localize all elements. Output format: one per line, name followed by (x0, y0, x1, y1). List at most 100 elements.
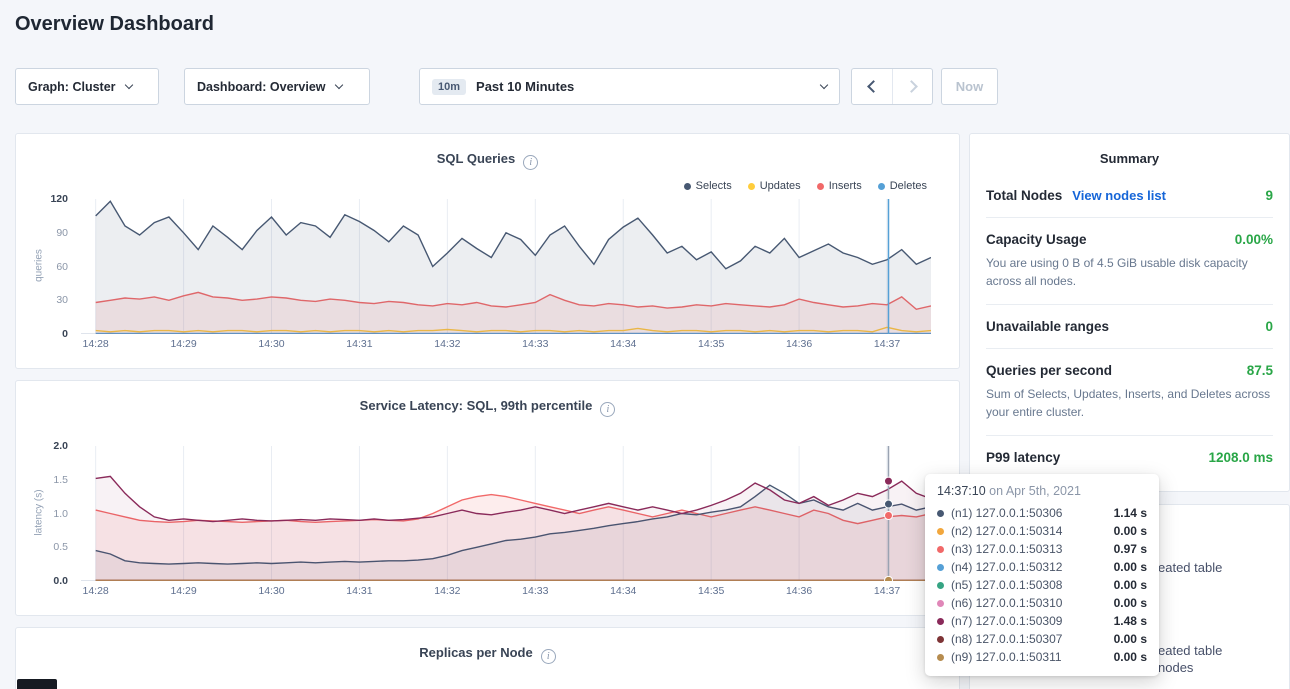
summary-panel: Summary Total NodesView nodes list9Capac… (969, 133, 1290, 492)
summary-value: 87.5 (1247, 363, 1273, 378)
x-axis-tick-label: 14:31 (346, 338, 372, 350)
service-latency-plot (81, 446, 931, 581)
x-axis-tick-label: 14:29 (170, 338, 196, 350)
summary-row-head: Total Nodes View nodes list 9 (986, 188, 1273, 203)
node-color-dot-icon (937, 654, 944, 661)
dashboard-selector-label: Dashboard: Overview (197, 80, 326, 94)
tooltip-rows: (n1) 127.0.0.1:50306 1.14 s (n2) 127.0.0.1… (937, 504, 1147, 666)
chart-hover-tooltip: 14:37:10 on Apr 5th, 2021 (n1) 127.0.0.1… (925, 474, 1159, 676)
x-axis-tick-label: 14:30 (258, 585, 284, 597)
tooltip-node-address: (n1) 127.0.0.1:50306 (951, 506, 1062, 520)
legend-item-deletes[interactable]: Deletes (878, 180, 927, 192)
time-window-badge: 10m (432, 79, 466, 95)
graph-selector-label: Graph: Cluster (28, 80, 116, 94)
x-axis-tick-label: 14:35 (698, 338, 724, 350)
replicas-chart-card: Replicas per Node (15, 627, 960, 689)
x-axis-tick-label: 14:35 (698, 585, 724, 597)
page-title: Overview Dashboard (15, 13, 214, 36)
tooltip-node-value: 1.14 s (1114, 506, 1147, 520)
summary-value: 1208.0 ms (1208, 450, 1273, 465)
x-axis-tick-label: 14:32 (434, 585, 460, 597)
node-color-dot-icon (937, 600, 944, 607)
sql-chart-canvas[interactable] (81, 199, 931, 334)
y-axis-tick-label: 120 (50, 193, 68, 205)
legend-label: Updates (760, 180, 801, 192)
legend-item-selects[interactable]: Selects (684, 180, 732, 192)
node-color-dot-icon (937, 636, 944, 643)
tooltip-row: (n7) 127.0.0.1:503091.48 s (937, 612, 1147, 630)
summary-value: 0 (1265, 319, 1273, 334)
tooltip-row: (n8) 127.0.0.1:503070.00 s (937, 630, 1147, 648)
summary-note: You are using 0 B of 4.5 GiB usable disk… (986, 254, 1273, 290)
tooltip-node-address: (n5) 127.0.0.1:50308 (951, 578, 1062, 592)
legend-dot-icon (684, 183, 691, 190)
clipped-dark-element (17, 679, 57, 689)
y-axis-labels: 0306090120 (38, 199, 74, 334)
y-axis-labels: 0.00.51.01.52.0 (38, 446, 74, 581)
x-axis-tick-label: 14:33 (522, 338, 548, 350)
info-icon[interactable] (541, 649, 556, 664)
tooltip-node-address: (n2) 127.0.0.1:50314 (951, 524, 1062, 538)
tooltip-row: (n2) 127.0.0.1:503140.00 s (937, 522, 1147, 540)
y-axis-tick-label: 90 (56, 227, 68, 239)
tooltip-row: (n5) 127.0.0.1:503080.00 s (937, 576, 1147, 594)
legend-dot-icon (817, 183, 824, 190)
now-button[interactable]: Now (941, 68, 998, 105)
summary-row-4: P99 latency1208.0 ms (986, 435, 1273, 479)
legend-item-inserts[interactable]: Inserts (817, 180, 862, 192)
chart-title-row: SQL Queries (16, 150, 959, 170)
chevron-down-icon (334, 81, 342, 89)
tooltip-node-value: 0.00 s (1114, 596, 1147, 610)
x-axis-tick-label: 14:36 (786, 338, 812, 350)
page: Overview Dashboard Graph: Cluster Dashbo… (0, 0, 1290, 689)
y-axis-tick-label: 1.5 (53, 474, 68, 486)
event-text-fragment: eated table (1158, 560, 1222, 575)
x-axis-tick-label: 14:37 (874, 585, 900, 597)
tooltip-date: on Apr 5th, 2021 (989, 484, 1081, 498)
x-axis-tick-label: 14:29 (170, 585, 196, 597)
chart-title-row: Service Latency: SQL, 99th percentile (16, 397, 959, 417)
node-color-dot-icon (937, 528, 944, 535)
prev-interval-button[interactable] (852, 69, 892, 104)
legend-label: Selects (696, 180, 732, 192)
tooltip-row: (n3) 127.0.0.1:503130.97 s (937, 540, 1147, 558)
tooltip-node-value: 0.00 s (1114, 560, 1147, 574)
node-color-dot-icon (937, 564, 944, 571)
service-latency-chart-card: Service Latency: SQL, 99th percentile la… (15, 380, 960, 616)
x-axis-tick-label: 14:34 (610, 338, 636, 350)
node-color-dot-icon (937, 618, 944, 625)
view-nodes-list-link[interactable]: View nodes list (1072, 188, 1166, 203)
y-axis-tick-label: 0.5 (53, 541, 68, 553)
x-axis-tick-label: 14:30 (258, 338, 284, 350)
x-axis-tick-label: 14:36 (786, 585, 812, 597)
legend-dot-icon (878, 183, 885, 190)
summary-row-head: Queries per second87.5 (986, 363, 1273, 378)
sql-queries-chart-card: SQL Queries Selects Updates Inserts Deletes… (15, 133, 960, 369)
tooltip-node-address: (n8) 127.0.0.1:50307 (951, 632, 1062, 646)
chart-legend: Selects Updates Inserts Deletes (684, 180, 927, 192)
summary-label: Total Nodes (986, 188, 1062, 203)
y-axis-tick-label: 1.0 (53, 508, 68, 520)
info-icon[interactable] (523, 155, 538, 170)
y-axis-tick-label: 30 (56, 294, 68, 306)
time-range-selector[interactable]: 10m Past 10 Minutes (419, 68, 840, 105)
legend-item-updates[interactable]: Updates (748, 180, 801, 192)
tooltip-row: (n4) 127.0.0.1:503120.00 s (937, 558, 1147, 576)
chart-title: Replicas per Node (419, 645, 532, 660)
event-text-fragment: nodes (1158, 660, 1193, 675)
tooltip-time: 14:37:10 (937, 484, 986, 498)
tooltip-node-address: (n9) 127.0.0.1:50311 (951, 650, 1062, 664)
x-axis-labels: 14:2814:2914:3014:3114:3214:3314:3414:35… (81, 338, 931, 352)
dashboard-selector[interactable]: Dashboard: Overview (184, 68, 370, 105)
tooltip-node-value: 1.48 s (1114, 614, 1147, 628)
x-axis-tick-label: 14:33 (522, 585, 548, 597)
tooltip-node-value: 0.00 s (1114, 650, 1147, 664)
summary-label: Unavailable ranges (986, 319, 1109, 334)
chart-title: Service Latency: SQL, 99th percentile (360, 398, 593, 413)
lat-chart-canvas[interactable] (81, 446, 931, 581)
next-interval-button[interactable] (892, 69, 932, 104)
summary-value: 9 (1265, 188, 1273, 203)
graph-selector[interactable]: Graph: Cluster (15, 68, 159, 105)
info-icon[interactable] (600, 402, 615, 417)
tooltip-row: (n9) 127.0.0.1:50311 0.00 s (937, 648, 1147, 666)
